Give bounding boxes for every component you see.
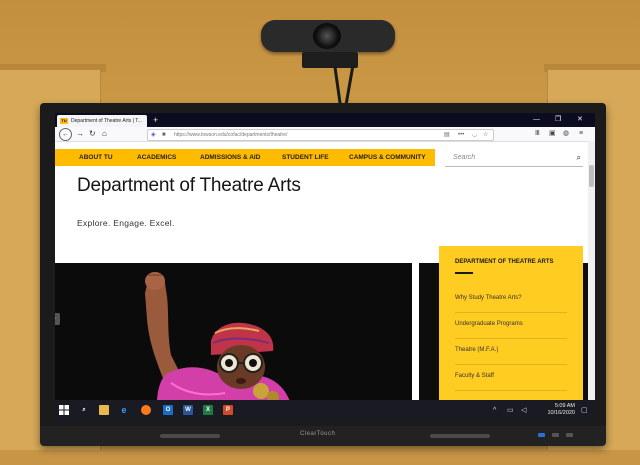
library-icon[interactable]: Ⅲ bbox=[535, 128, 540, 140]
outlook-icon[interactable]: O bbox=[163, 405, 173, 415]
url-text[interactable]: https://www.towson.edu/cofac/departments… bbox=[174, 130, 287, 140]
sidebar-item-faculty-staff[interactable]: Faculty & Staff bbox=[455, 372, 494, 380]
sidebar-item-undergraduate[interactable]: Undergraduate Programs bbox=[455, 320, 523, 328]
webcam-mount bbox=[302, 52, 358, 68]
notifications-icon[interactable]: ▢ bbox=[581, 406, 588, 415]
nav-admissions-aid[interactable]: ADMISSIONS & AID bbox=[200, 149, 260, 166]
reload-icon[interactable]: ↻ bbox=[89, 128, 96, 140]
monitor-brand: ClearTouch bbox=[300, 431, 336, 437]
sidebar-rule bbox=[455, 272, 473, 274]
browser-tabbar: TU Department of Theatre Arts | T... + —… bbox=[55, 113, 595, 127]
windows-taskbar: ⌕ e O W X P ^ ▭ ◁ 5:09 AM 10/16/2020 ▢ bbox=[55, 400, 595, 422]
taskbar-clock[interactable]: 5:09 AM 10/16/2020 bbox=[535, 403, 575, 417]
bezel-led bbox=[552, 433, 559, 437]
extension-icon[interactable]: ◍ bbox=[563, 128, 569, 140]
maximize-button[interactable]: ❐ bbox=[555, 113, 561, 127]
bezel-button bbox=[430, 434, 490, 438]
pocket-icon[interactable]: ◡ bbox=[472, 130, 477, 140]
excel-icon[interactable]: X bbox=[203, 405, 213, 415]
performer-photo bbox=[55, 263, 412, 422]
clock-time: 5:09 AM bbox=[554, 403, 575, 409]
home-icon[interactable]: ⌂ bbox=[102, 128, 107, 140]
back-arrow-icon[interactable]: ← bbox=[59, 128, 72, 141]
nav-campus-community[interactable]: CAMPUS & COMMUNITY bbox=[349, 149, 426, 166]
page-tagline: Explore. Engage. Excel. bbox=[77, 218, 175, 228]
search-icon[interactable]: ⌕ bbox=[79, 405, 89, 415]
nav-academics[interactable]: ACADEMICS bbox=[137, 149, 176, 166]
sidebar-divider bbox=[455, 312, 567, 313]
webcam-lens bbox=[313, 23, 341, 49]
bezel-button bbox=[160, 434, 220, 438]
close-button[interactable]: ✕ bbox=[577, 113, 583, 127]
tu-favicon-icon: TU bbox=[60, 118, 68, 124]
webcam-cable bbox=[344, 66, 355, 104]
clock-date: 10/16/2020 bbox=[547, 410, 575, 416]
search-icon[interactable]: ⌕ bbox=[577, 149, 581, 166]
page-actions-icon[interactable]: ••• bbox=[458, 130, 464, 140]
browser-tab[interactable]: TU Department of Theatre Arts | T... bbox=[57, 115, 147, 127]
menu-icon[interactable]: ≡ bbox=[579, 128, 583, 140]
tray-chevron-icon[interactable]: ^ bbox=[493, 406, 496, 415]
sidebar-icon[interactable]: ▣ bbox=[549, 128, 556, 140]
site-search[interactable]: Search ⌕ bbox=[445, 149, 583, 167]
nav-student-life[interactable]: STUDENT LIFE bbox=[282, 149, 329, 166]
department-sidebar: DEPARTMENT OF THEATRE ARTS Why Study The… bbox=[439, 246, 583, 422]
sidebar-divider bbox=[455, 338, 567, 339]
nav-about-tu[interactable]: ABOUT TU bbox=[79, 149, 113, 166]
sidebar-divider bbox=[455, 390, 567, 391]
webcam-cable bbox=[333, 65, 342, 105]
page-title: Department of Theatre Arts bbox=[77, 175, 301, 196]
webcam bbox=[261, 20, 395, 52]
reader-view-icon[interactable]: ▤ bbox=[444, 130, 450, 140]
url-bar[interactable]: ◈ ■ https://www.towson.edu/cofac/departm… bbox=[147, 129, 494, 141]
sidebar-item-mfa[interactable]: Theatre (M.F.A.) bbox=[455, 346, 498, 354]
scroll-thumb[interactable] bbox=[589, 165, 594, 187]
site-nav: ABOUT TU ACADEMICS ADMISSIONS & AID STUD… bbox=[55, 149, 435, 166]
browser-navbar: ← → ↻ ⌂ ◈ ■ https://www.towson.edu/cofac… bbox=[55, 127, 595, 142]
shield-icon[interactable]: ◈ bbox=[151, 130, 156, 140]
bezel-led bbox=[566, 433, 573, 437]
network-icon[interactable]: ▭ bbox=[507, 406, 514, 415]
edge-handle-icon[interactable]: › bbox=[55, 313, 60, 325]
lock-icon[interactable]: ■ bbox=[162, 130, 166, 140]
firefox-icon[interactable] bbox=[141, 405, 151, 415]
file-explorer-icon[interactable] bbox=[99, 405, 109, 415]
sidebar-title[interactable]: DEPARTMENT OF THEATRE ARTS bbox=[455, 258, 554, 266]
edge-browser-icon[interactable]: e bbox=[119, 405, 129, 415]
sidebar-item-why-study[interactable]: Why Study Theatre Arts? bbox=[455, 294, 522, 302]
tab-title: Department of Theatre Arts | T... bbox=[71, 118, 142, 124]
new-tab-button[interactable]: + bbox=[153, 114, 158, 126]
hero-image bbox=[55, 263, 412, 422]
screen: TU Department of Theatre Arts | T... + —… bbox=[55, 113, 595, 422]
forward-arrow-icon[interactable]: → bbox=[76, 128, 84, 140]
bookmark-star-icon[interactable]: ☆ bbox=[483, 130, 488, 140]
minimize-button[interactable]: — bbox=[533, 113, 540, 127]
power-led bbox=[538, 433, 545, 437]
windows-start-icon[interactable] bbox=[59, 405, 69, 415]
volume-icon[interactable]: ◁ bbox=[521, 406, 526, 415]
word-icon[interactable]: W bbox=[183, 405, 193, 415]
search-input[interactable]: Search bbox=[453, 149, 475, 166]
sidebar-divider bbox=[455, 364, 567, 365]
powerpoint-icon[interactable]: P bbox=[223, 405, 233, 415]
